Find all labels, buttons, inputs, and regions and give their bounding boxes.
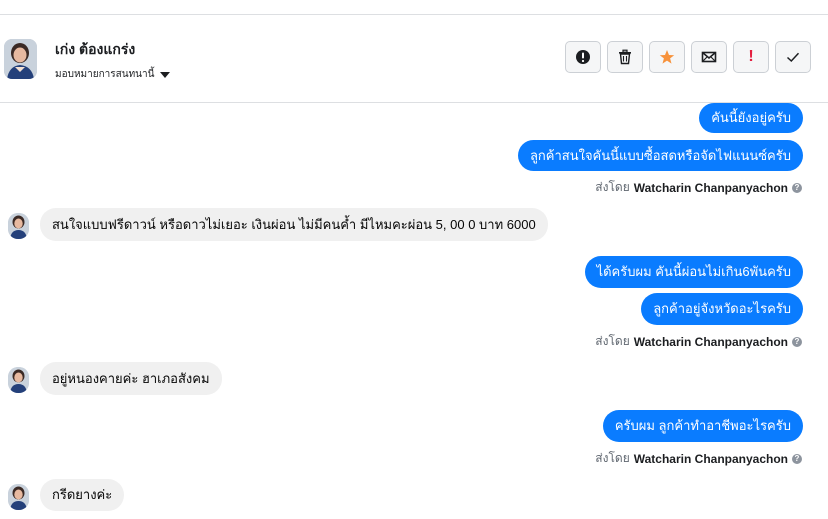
sent-by-label: ส่งโดย Watcharin Chanpanyachon ? [595, 332, 802, 351]
sender-name[interactable]: Watcharin Chanpanyachon [634, 181, 788, 195]
contact-avatar[interactable] [8, 367, 29, 393]
sent-by-prefix: ส่งโดย [595, 180, 630, 194]
outgoing-message[interactable]: ลูกค้าสนใจคันนี้แบบซื้อสดหรือจัดไฟแนนซ์ค… [517, 140, 803, 171]
star-icon [659, 49, 675, 65]
assign-conversation-dropdown[interactable]: มอบหมายการสนทนานี้ [55, 67, 171, 82]
info-icon[interactable]: ? [792, 336, 802, 347]
envelope-icon [701, 49, 717, 65]
trash-icon [617, 49, 633, 65]
outgoing-message[interactable]: คันนี้ยังอยู่ครับ [699, 103, 803, 133]
message-text: กรีดยางค่ะ [52, 487, 113, 502]
alert-circle-icon [575, 49, 591, 65]
message-text: สนใจแบบฟรีดาวน์ หรือดาวไม่เยอะ เงินผ่อน … [52, 216, 536, 232]
mark-spam-button[interactable] [565, 41, 601, 73]
sent-by-label: ส่งโดย Watcharin Chanpanyachon ? [595, 449, 802, 468]
mark-done-button[interactable] [775, 41, 811, 73]
message-text: ลูกค้าอยู่จังหวัดอะไรครับ [653, 301, 791, 316]
mark-unread-button[interactable] [691, 41, 727, 73]
follow-up-button[interactable]: ! [733, 41, 769, 73]
star-button[interactable] [649, 41, 685, 73]
sent-by-prefix: ส่งโดย [595, 334, 630, 348]
sent-by-label: ส่งโดย Watcharin Chanpanyachon ? [595, 178, 802, 197]
assign-label: มอบหมายการสนทนานี้ [55, 69, 155, 80]
caret-down-icon [160, 71, 171, 78]
message-text: อยู่หนองคายค่ะ ฮาเภอสังคม [52, 370, 210, 386]
outgoing-message[interactable]: ลูกค้าอยู่จังหวัดอะไรครับ [641, 293, 803, 325]
message-text: ได้ครับผม คันนี้ผ่อนไม่เกิน6พันครับ [596, 264, 791, 279]
info-icon[interactable]: ? [792, 453, 802, 464]
contact-avatar[interactable] [8, 484, 29, 510]
incoming-message[interactable]: สนใจแบบฟรีดาวน์ หรือดาวไม่เยอะ เงินผ่อน … [40, 208, 548, 241]
contact-avatar[interactable] [4, 39, 37, 79]
info-icon[interactable]: ? [792, 182, 802, 193]
sender-name[interactable]: Watcharin Chanpanyachon [634, 452, 788, 466]
outgoing-message[interactable]: ได้ครับผม คันนี้ผ่อนไม่เกิน6พันครับ [584, 256, 803, 288]
message-text: ครับผม ลูกค้าทำอาชีพอะไรครับ [614, 418, 791, 433]
sender-name[interactable]: Watcharin Chanpanyachon [634, 335, 788, 349]
action-toolbar: ! [565, 41, 811, 73]
message-text: คันนี้ยังอยู่ครับ [711, 110, 791, 125]
contact-name[interactable]: เก่ง ต้องแกร่ง [55, 39, 135, 61]
incoming-message[interactable]: อยู่หนองคายค่ะ ฮาเภอสังคม [40, 362, 222, 395]
exclamation-icon: ! [748, 48, 754, 65]
checkmark-icon [785, 49, 801, 65]
delete-button[interactable] [607, 41, 643, 73]
outgoing-message[interactable]: ครับผม ลูกค้าทำอาชีพอะไรครับ [602, 410, 803, 442]
incoming-message[interactable]: กรีดยางค่ะ [40, 479, 125, 511]
conversation-header: เก่ง ต้องแกร่ง มอบหมายการสนทนานี้ ! [0, 15, 828, 103]
message-text: ลูกค้าสนใจคันนี้แบบซื้อสดหรือจัดไฟแนนซ์ค… [529, 147, 791, 163]
sent-by-prefix: ส่งโดย [595, 451, 630, 465]
contact-avatar[interactable] [8, 213, 29, 239]
